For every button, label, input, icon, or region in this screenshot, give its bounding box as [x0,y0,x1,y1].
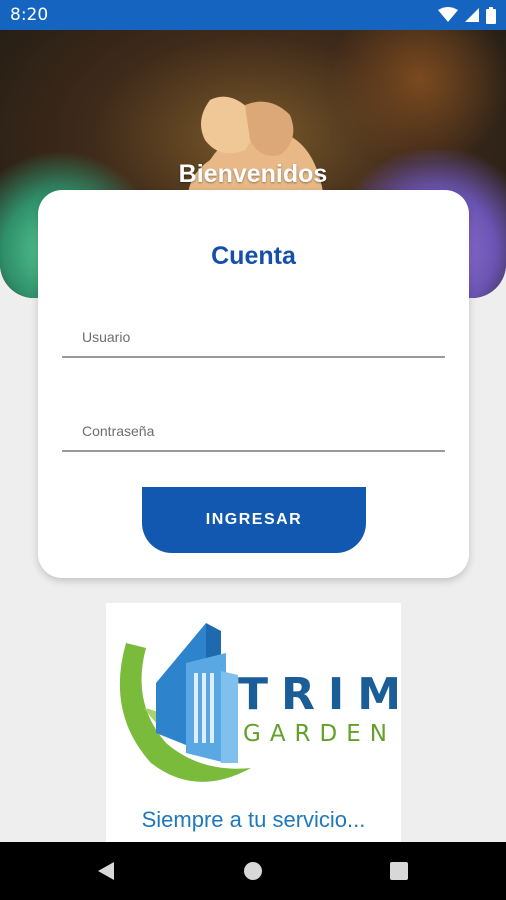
status-time: 8:20 [10,5,49,25]
status-bar: 8:20 [0,0,506,30]
recents-icon [390,862,408,880]
welcome-title: Bienvenidos [178,160,328,188]
slogan-text: Siempre a tu servicio... [141,807,366,832]
home-icon [244,862,262,880]
brand-trim: TRIM [238,669,401,720]
back-button[interactable] [76,842,136,900]
signal-icon [465,8,479,22]
password-input[interactable] [62,412,445,450]
home-button[interactable] [223,842,283,900]
card-title: Cuenta [211,242,296,270]
wifi-icon [438,7,458,22]
navigation-bar [0,842,506,900]
battery-icon [486,6,496,24]
username-field-container [62,318,445,358]
login-button[interactable]: INGRESAR [142,487,366,553]
username-input[interactable] [62,318,445,356]
password-field-container [62,412,445,452]
trim-garden-logo: TRIM GARDEN Siempre a tu servicio... [106,603,401,843]
brand-garden: GARDEN [243,721,396,747]
status-icons [438,6,496,24]
back-icon [98,862,114,880]
login-card: Cuenta INGRESAR [38,190,469,578]
recents-button[interactable] [369,842,429,900]
